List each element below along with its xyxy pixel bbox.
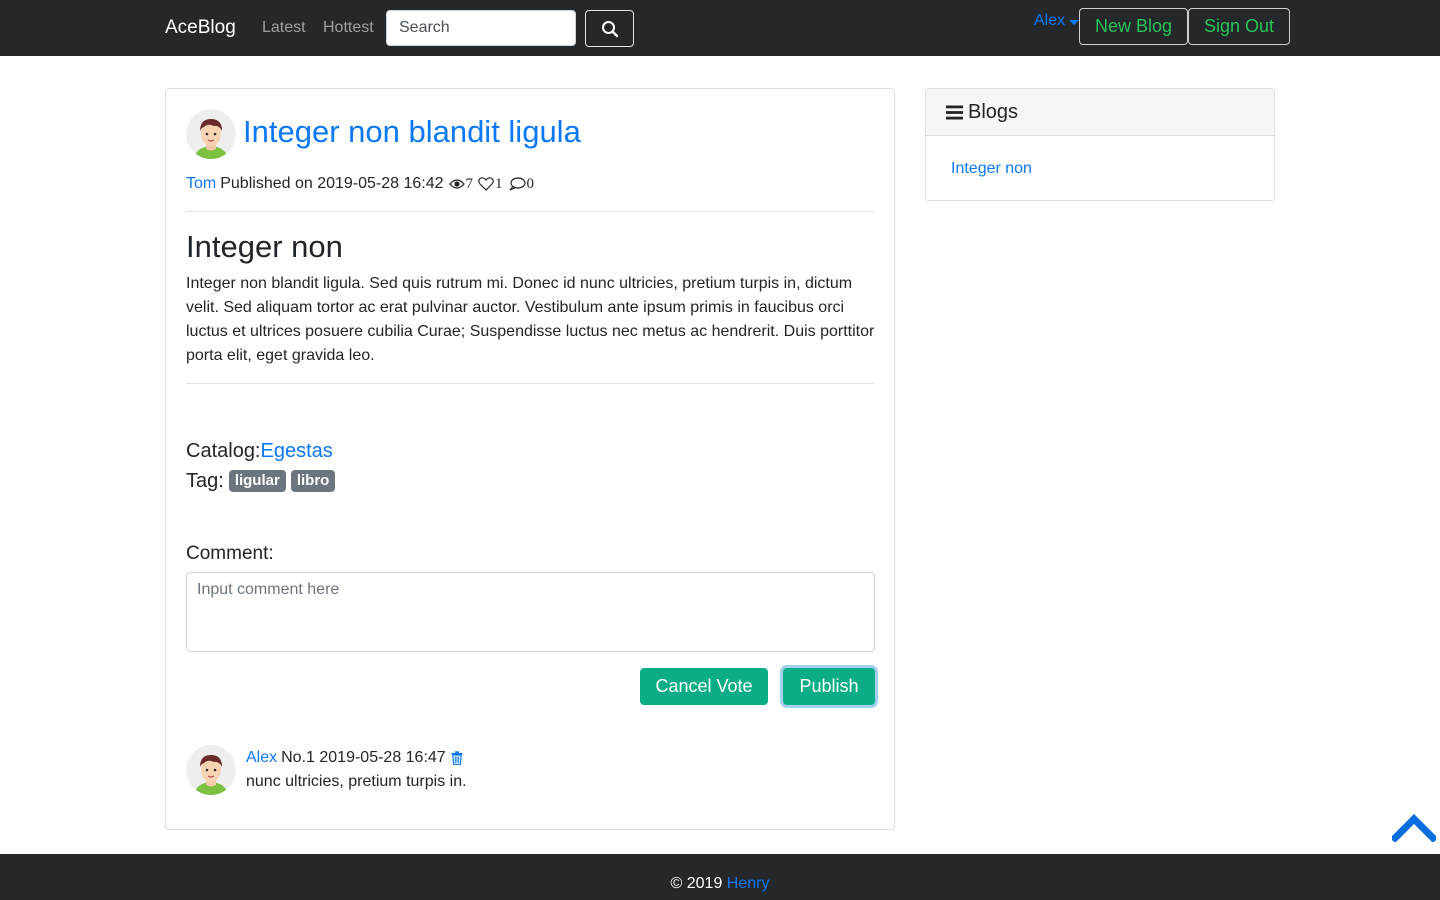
post-content-body: Integer non blandit ligula. Sed quis rut… [186,275,875,364]
trash-icon [451,751,463,765]
footer-author-link[interactable]: Henry [727,875,770,892]
back-to-top-button[interactable] [1390,812,1438,843]
nav-latest-link[interactable]: Latest [262,18,306,38]
author-avatar[interactable] [186,109,236,159]
page-footer: © 2019 Henry [0,854,1440,900]
heart-icon [478,177,494,191]
post-meta: Tom Published on 2019-05-28 16:42 7 1 0 [186,174,534,194]
post-tags: Tag: ligular libro [186,469,336,493]
views-count: 7 [465,176,474,192]
post-content-heading: Integer non [186,229,343,264]
chevron-up-icon [1390,814,1438,843]
comments-stat: 0 [508,174,535,194]
tag-badge-libro[interactable]: libro [290,470,336,492]
catalog-label: Catalog: [186,440,261,462]
comment-author-link[interactable]: Alex [246,748,277,768]
comment-info: No.1 2019-05-28 16:47 [281,749,446,766]
post-catalog: Catalog:Egestas [186,439,333,463]
published-date: Published on 2019-05-28 16:42 [220,175,444,192]
sidebar-blog-link[interactable]: Integer non [951,159,1032,179]
eye-icon [448,179,465,189]
likes-count: 1 [495,176,503,192]
user-name: Alex [1034,12,1066,29]
comments-count: 0 [526,176,535,192]
divider [186,383,874,384]
comment-text: nunc ultricies, pretium turpis in. [246,773,467,790]
search-input[interactable] [386,10,576,46]
sign-out-button[interactable]: Sign Out [1188,8,1290,45]
delete-comment-button[interactable] [451,751,463,765]
views-stat: 7 [448,174,474,194]
copyright-text: © 2019 [670,875,723,892]
post-title[interactable]: Integer non blandit ligula [243,113,581,151]
comment-input[interactable] [186,572,875,652]
caret-down-icon [1069,19,1080,25]
comment-icon [509,177,526,191]
catalog-link[interactable]: Egestas [261,440,333,462]
footer-text: © 2019 Henry [0,874,1440,894]
tag-badge-ligular[interactable]: ligular [228,470,286,492]
brand-logo[interactable]: AceBlog [165,16,236,40]
nav-hottest-link[interactable]: Hottest [323,18,374,38]
sidebar-header: Blogs [926,89,1274,136]
post-card: Integer non blandit ligula Tom Published… [165,88,895,830]
search-button[interactable] [585,10,634,47]
avatar-icon [186,745,236,795]
comment-label: Comment: [186,543,274,564]
top-navbar: AceBlog Latest Hottest Alex New Blog Sig… [0,0,1440,56]
new-blog-button[interactable]: New Blog [1079,8,1188,45]
list-icon [946,105,963,119]
likes-stat[interactable]: 1 [478,174,503,194]
publish-button[interactable]: Publish [783,668,875,705]
avatar-icon [186,109,236,159]
tag-label: Tag: [186,470,224,492]
comment-meta: Alex No.1 2019-05-28 16:47 [246,748,463,768]
search-icon [601,20,618,37]
sidebar-title: Blogs [968,100,1019,123]
commenter-avatar[interactable] [186,745,236,795]
user-dropdown[interactable]: Alex [1034,11,1080,31]
cancel-vote-button[interactable]: Cancel Vote [640,668,768,705]
blogs-sidebar: Blogs Integer non [925,88,1275,201]
post-author-link[interactable]: Tom [186,174,216,194]
divider [186,211,874,212]
